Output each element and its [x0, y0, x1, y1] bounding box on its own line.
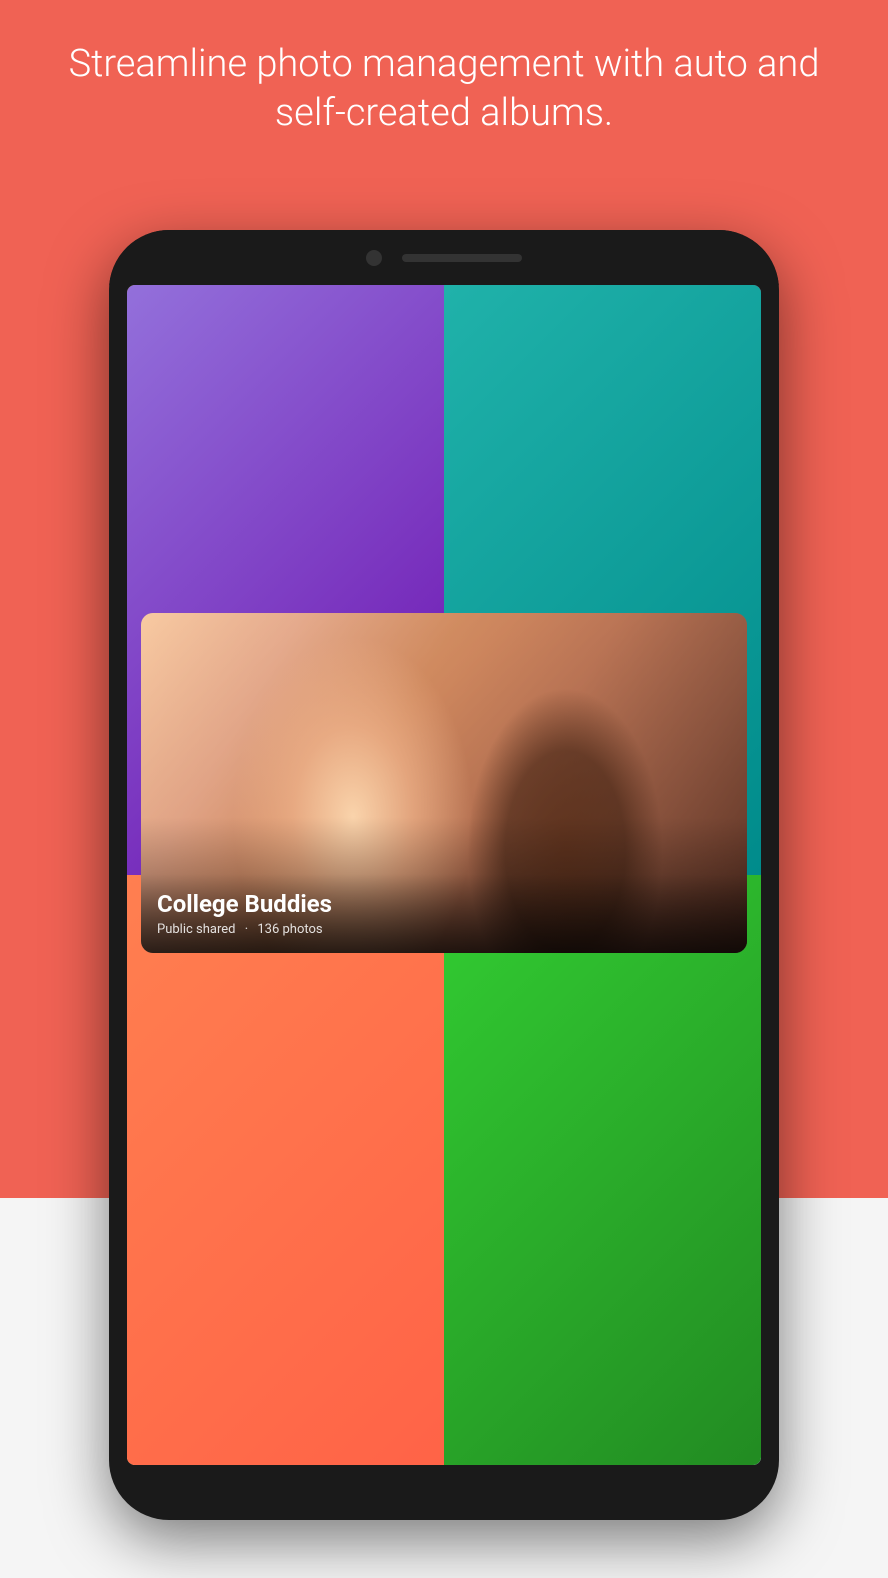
phone-camera: [366, 250, 382, 266]
screen-content: People Places: [127, 379, 761, 1393]
album-name: College Buddies: [157, 890, 731, 918]
hero-tagline: Streamline photo management with auto an…: [0, 40, 888, 139]
phone-screen: 10:08: [127, 285, 761, 1465]
phone-notch: [109, 230, 779, 285]
categories-row: People Places: [127, 379, 761, 613]
phone-shell: 10:08: [109, 230, 779, 1520]
album-photo-count: 136 photos: [257, 922, 322, 937]
album-dot-separator: ·: [245, 922, 248, 937]
album-meta: Public shared · 136 photos: [157, 922, 731, 937]
videos-grid: [708, 395, 738, 570]
videos-photo-2: [708, 395, 738, 570]
phone-speaker: [402, 254, 522, 262]
album-info: College Buddies Public shared · 136 phot…: [141, 874, 747, 953]
featured-album-card[interactable]: College Buddies Public shared · 136 phot…: [141, 613, 747, 953]
category-videos[interactable]: [708, 395, 738, 597]
album-visibility: Public shared: [157, 922, 235, 937]
